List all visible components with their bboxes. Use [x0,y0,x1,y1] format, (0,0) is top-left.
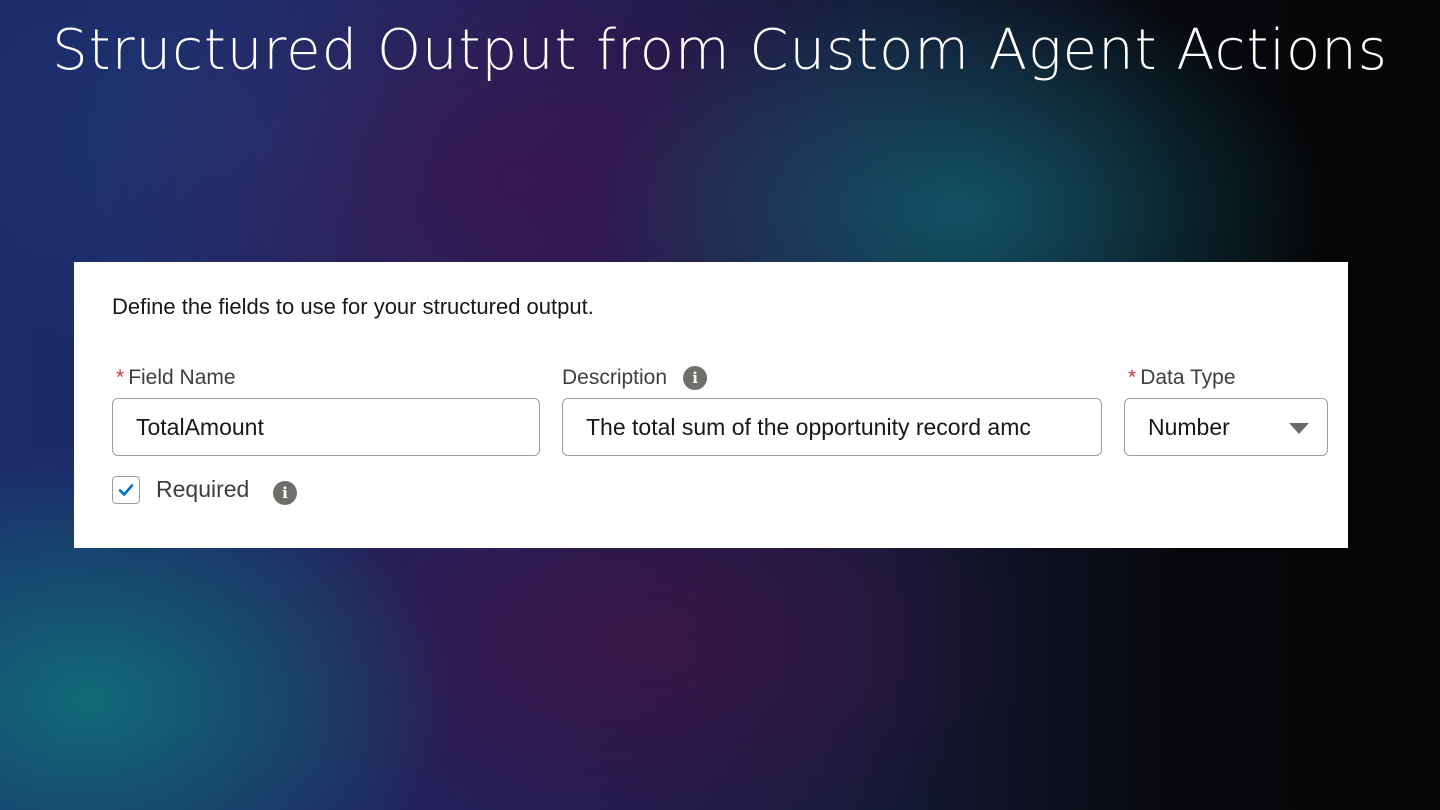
required-marker: * [116,366,125,389]
description-input[interactable]: The total sum of the opportunity record … [562,398,1102,456]
description-label: Description i [562,366,708,390]
data-type-selected-value: Number [1148,413,1230,440]
structured-output-form: Define the fields to use for your struct… [74,262,1348,548]
field-name-label-text: Field Name [128,366,236,389]
data-type-select[interactable]: Number [1124,398,1328,456]
required-info-icon[interactable]: i [273,481,297,505]
data-type-label-text: Data Type [1140,366,1236,389]
required-checkbox-label[interactable]: Required [156,476,249,503]
description-label-text: Description [562,366,668,389]
description-info-icon[interactable]: i [683,366,708,390]
description-value: The total sum of the opportunity record … [586,413,1031,440]
field-name-label: * Field Name [116,366,236,390]
required-marker: * [1128,366,1137,389]
data-type-label: * Data Type [1128,366,1236,390]
caret-down-icon[interactable] [1289,423,1309,434]
field-name-value: TotalAmount [136,413,264,440]
checkmark-icon [118,484,134,496]
form-instructions: Define the fields to use for your struct… [112,294,594,319]
required-checkbox[interactable] [112,476,140,504]
field-name-input[interactable]: TotalAmount [112,398,540,456]
slide-title: Structured Output from Custom Agent Acti… [52,18,1388,83]
